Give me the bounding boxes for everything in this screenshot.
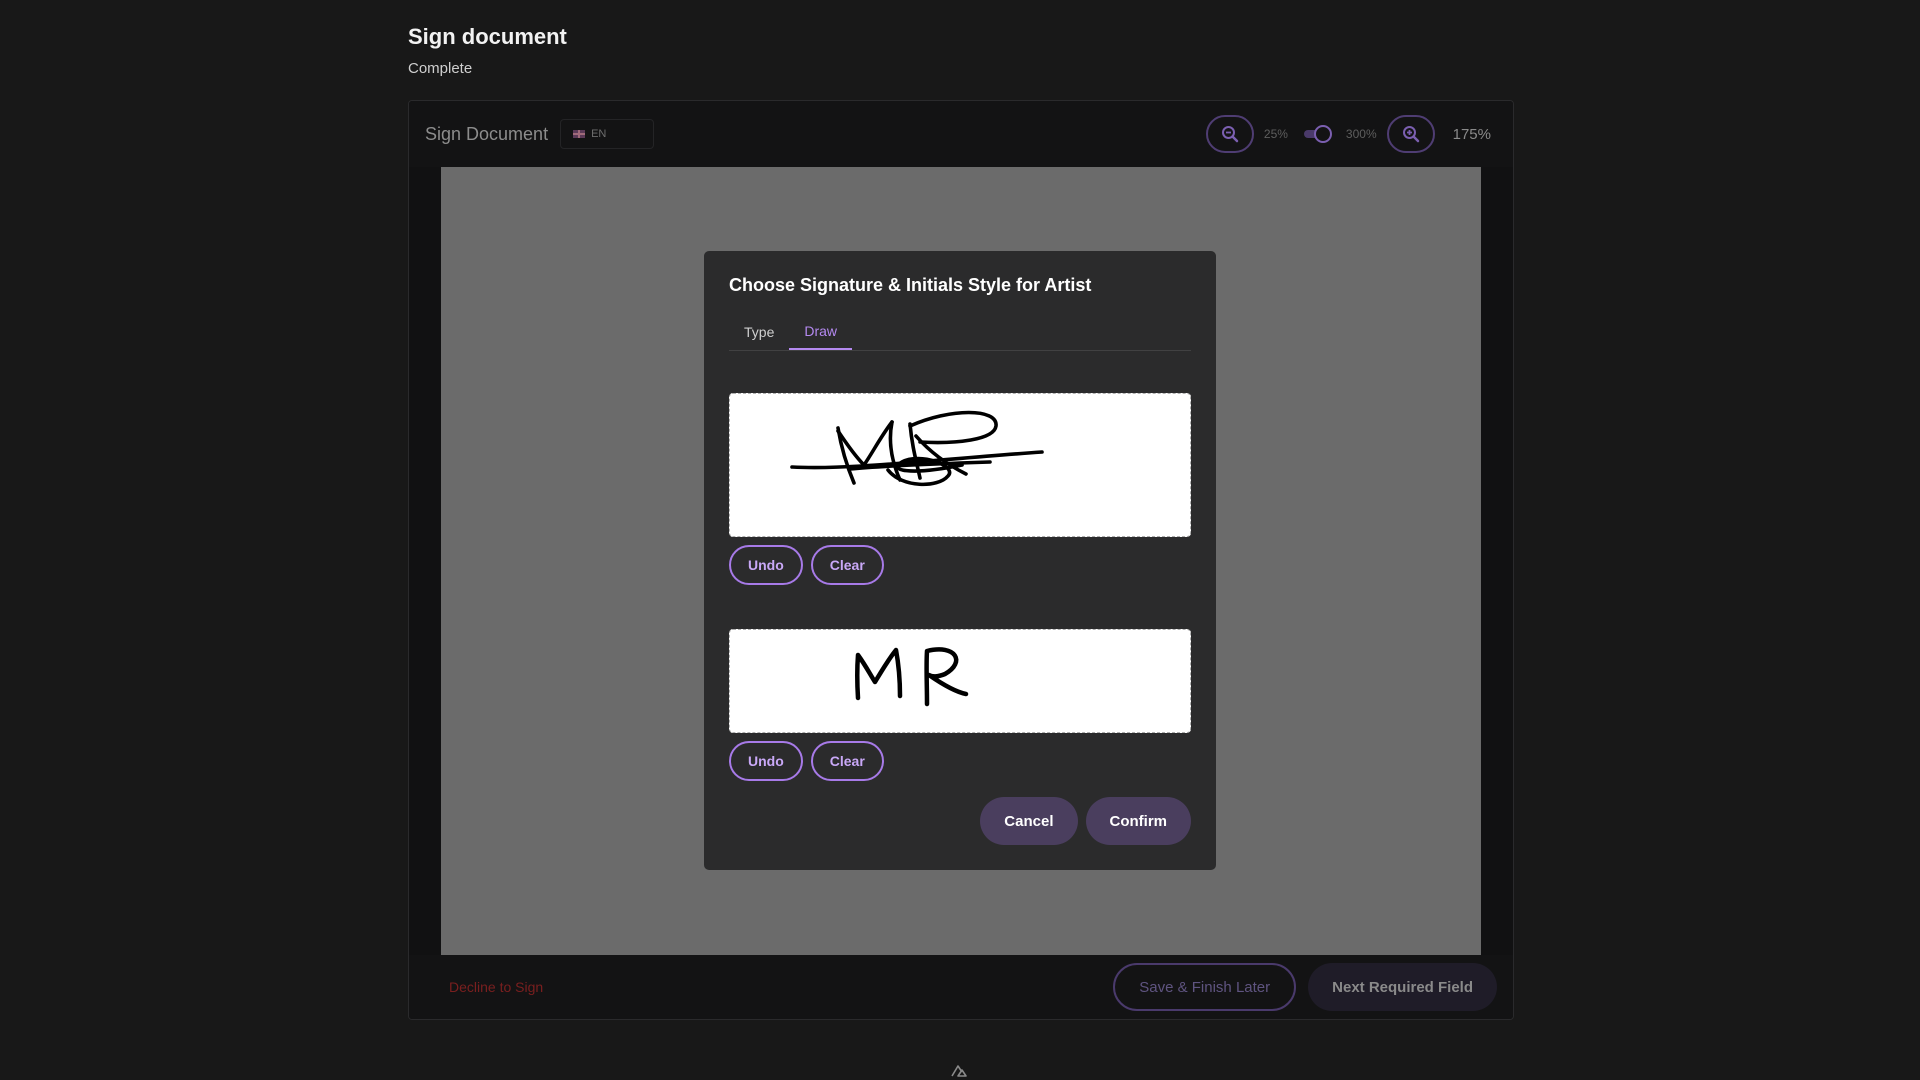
app-logo-icon <box>951 1065 967 1077</box>
modal-title: Choose Signature & Initials Style for Ar… <box>729 275 1092 295</box>
zoom-slider-knob[interactable] <box>1313 125 1332 143</box>
modal-actions: Cancel Confirm <box>980 797 1191 845</box>
cancel-button[interactable]: Cancel <box>980 797 1078 845</box>
drawn-signature <box>790 410 1044 487</box>
initials-pad[interactable] <box>729 629 1191 733</box>
zoom-min-label: 25% <box>1263 127 1288 141</box>
initials-pad-actions: Undo Clear <box>729 741 884 781</box>
signature-pad-actions: Undo Clear <box>729 545 884 585</box>
viewer-header: Sign Document EN 25% 300% 175% <box>409 101 1513 168</box>
signature-tabs: Type Draw <box>729 314 1191 351</box>
zoom-out-icon <box>1221 126 1239 143</box>
next-required-field-button[interactable]: Next Required Field <box>1308 963 1497 1011</box>
initials-undo-button[interactable]: Undo <box>729 741 803 781</box>
zoom-in-button[interactable] <box>1386 115 1435 153</box>
signature-modal: Choose Signature & Initials Style for Ar… <box>704 251 1216 870</box>
decline-button[interactable]: Decline to Sign <box>449 979 543 995</box>
drawn-initials <box>855 647 969 707</box>
zoom-out-button[interactable] <box>1205 115 1254 153</box>
language-select[interactable]: EN <box>560 119 655 149</box>
signature-pad[interactable] <box>729 393 1191 537</box>
signature-undo-button[interactable]: Undo <box>729 545 803 585</box>
page-status: Complete <box>408 60 473 77</box>
uk-flag-icon <box>573 130 586 138</box>
tab-draw[interactable]: Draw <box>789 314 853 350</box>
zoom-controls: 25% 300% 175% <box>1205 114 1491 154</box>
zoom-in-icon <box>1402 126 1419 143</box>
tab-type[interactable]: Type <box>729 314 789 350</box>
zoom-max-label: 300% <box>1345 127 1377 141</box>
save-finish-later-button[interactable]: Save & Finish Later <box>1113 963 1297 1011</box>
page-title: Sign document <box>408 24 567 49</box>
viewer-title: Sign Document <box>425 123 549 144</box>
signature-clear-button[interactable]: Clear <box>810 545 884 585</box>
zoom-level: 175% <box>1452 125 1491 143</box>
initials-clear-button[interactable]: Clear <box>810 741 884 781</box>
confirm-button[interactable]: Confirm <box>1085 797 1191 845</box>
language-code: EN <box>591 128 607 140</box>
viewer-footer: Decline to Sign Save & Finish Later Next… <box>409 955 1513 1019</box>
footer-actions: Save & Finish Later Next Required Field <box>1113 963 1497 1011</box>
zoom-slider[interactable] <box>1302 125 1332 143</box>
